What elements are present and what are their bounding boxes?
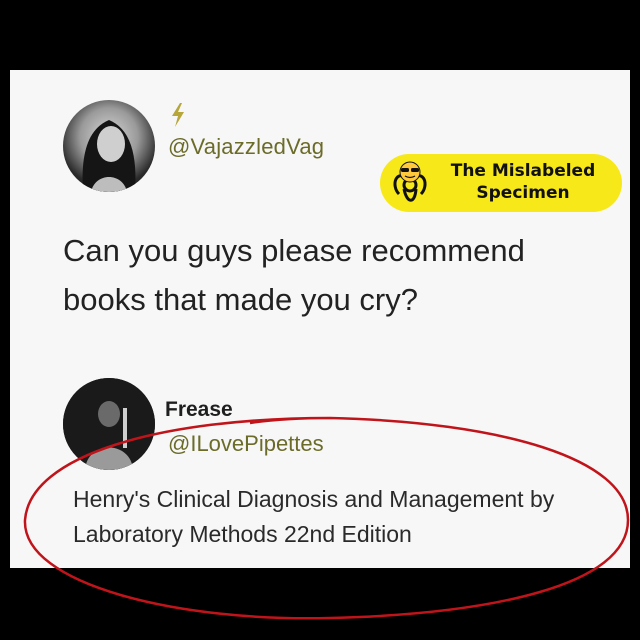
reply-username[interactable]: @ILovePipettes [168,431,324,457]
sunglasses-emoji-icon [399,161,421,183]
reply-avatar[interactable] [63,378,155,470]
biohazard-icon [393,161,427,202]
brand-badge-line1: The Mislabeled [450,161,596,181]
avatar[interactable] [63,100,155,192]
post-username[interactable]: @VajazzledVag [168,134,324,160]
lightning-icon [172,103,184,127]
reply-display-name[interactable]: Frease [165,398,233,422]
post-text: Can you guys please recommend books that… [63,233,525,317]
brand-badge-line2: Specimen [476,183,570,203]
brand-badge-text: The Mislabeled Specimen [438,160,608,204]
reply-text: Henry's Clinical Diagnosis and Managemen… [73,486,555,547]
